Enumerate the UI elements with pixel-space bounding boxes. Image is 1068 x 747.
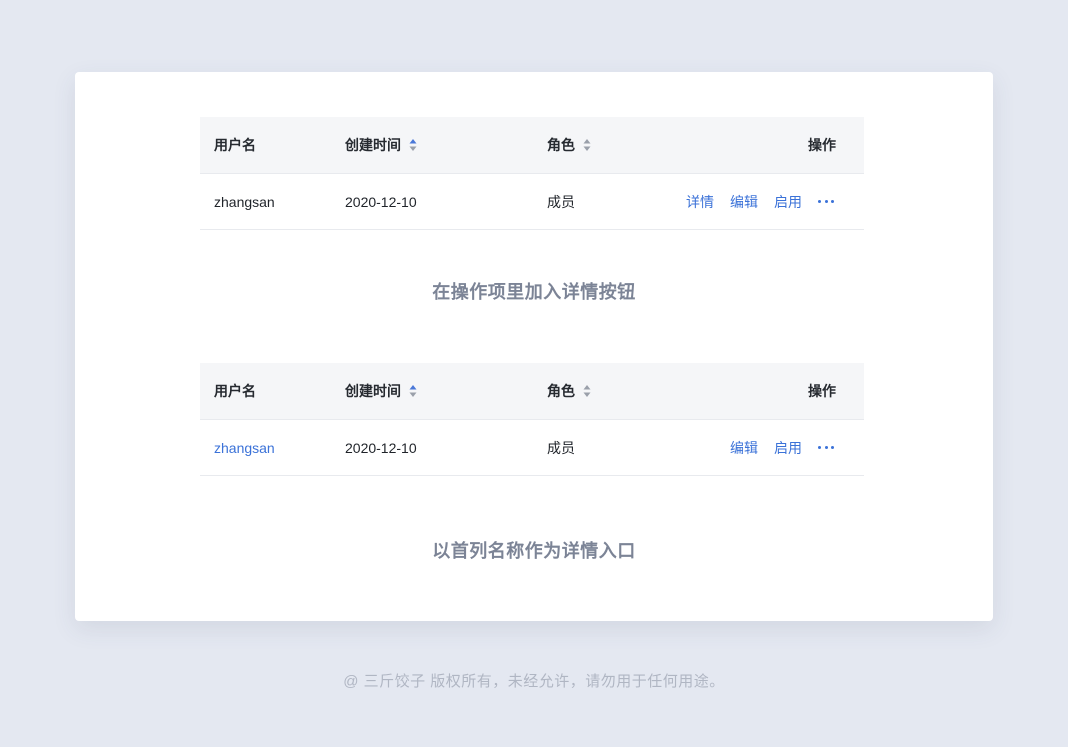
header-role-label: 角色 (547, 137, 575, 153)
user-table-2: 用户名 创建时间 角色 操作 zhangsan 2020-12-10 成员 编辑… (200, 363, 864, 476)
cell-created-time: 2020-12-10 (345, 439, 417, 456)
cell-role: 成员 (547, 439, 575, 456)
more-dots-icon[interactable] (818, 445, 834, 450)
caption-2: 以首列名称作为详情入口 (432, 541, 636, 561)
content-card: 用户名 创建时间 角色 操作 zhangsan 2020-12-10 成员 详情… (75, 72, 993, 621)
header-actions: 操作 (808, 383, 836, 399)
table-row: zhangsan 2020-12-10 成员 编辑 启用 (200, 420, 864, 476)
edit-button[interactable]: 编辑 (730, 192, 758, 212)
copyright-footer: @ 三斤饺子 版权所有，未经允许，请勿用于任何用途。 (343, 673, 725, 690)
table-header: 用户名 创建时间 角色 操作 (200, 363, 864, 420)
cell-role: 成员 (547, 193, 575, 210)
username-detail-link[interactable]: zhangsan (214, 440, 275, 456)
sort-icon[interactable] (409, 138, 417, 152)
user-table-1: 用户名 创建时间 角色 操作 zhangsan 2020-12-10 成员 详情… (200, 117, 864, 230)
row-actions: 编辑 启用 (730, 420, 834, 475)
more-dots-icon[interactable] (818, 199, 834, 204)
sort-icon[interactable] (409, 384, 417, 398)
header-username: 用户名 (214, 383, 256, 399)
header-username: 用户名 (214, 137, 256, 153)
header-created-time[interactable]: 创建时间 (345, 363, 417, 419)
sort-icon[interactable] (583, 384, 591, 398)
table-row: zhangsan 2020-12-10 成员 详情 编辑 启用 (200, 174, 864, 230)
enable-button[interactable]: 启用 (774, 192, 802, 212)
header-created-time-label: 创建时间 (345, 383, 401, 399)
detail-button[interactable]: 详情 (686, 192, 714, 212)
cell-username: zhangsan (214, 193, 275, 210)
cell-username-link[interactable]: zhangsan (214, 420, 275, 475)
header-role[interactable]: 角色 (547, 117, 591, 173)
row-actions: 详情 编辑 启用 (686, 174, 834, 229)
header-created-time-label: 创建时间 (345, 137, 401, 153)
cell-created-time: 2020-12-10 (345, 193, 417, 210)
sort-icon[interactable] (583, 138, 591, 152)
header-created-time[interactable]: 创建时间 (345, 117, 417, 173)
header-role[interactable]: 角色 (547, 363, 591, 419)
header-actions: 操作 (808, 137, 836, 153)
caption-1: 在操作项里加入详情按钮 (432, 282, 636, 302)
header-role-label: 角色 (547, 383, 575, 399)
edit-button[interactable]: 编辑 (730, 438, 758, 458)
enable-button[interactable]: 启用 (774, 438, 802, 458)
table-header: 用户名 创建时间 角色 操作 (200, 117, 864, 174)
